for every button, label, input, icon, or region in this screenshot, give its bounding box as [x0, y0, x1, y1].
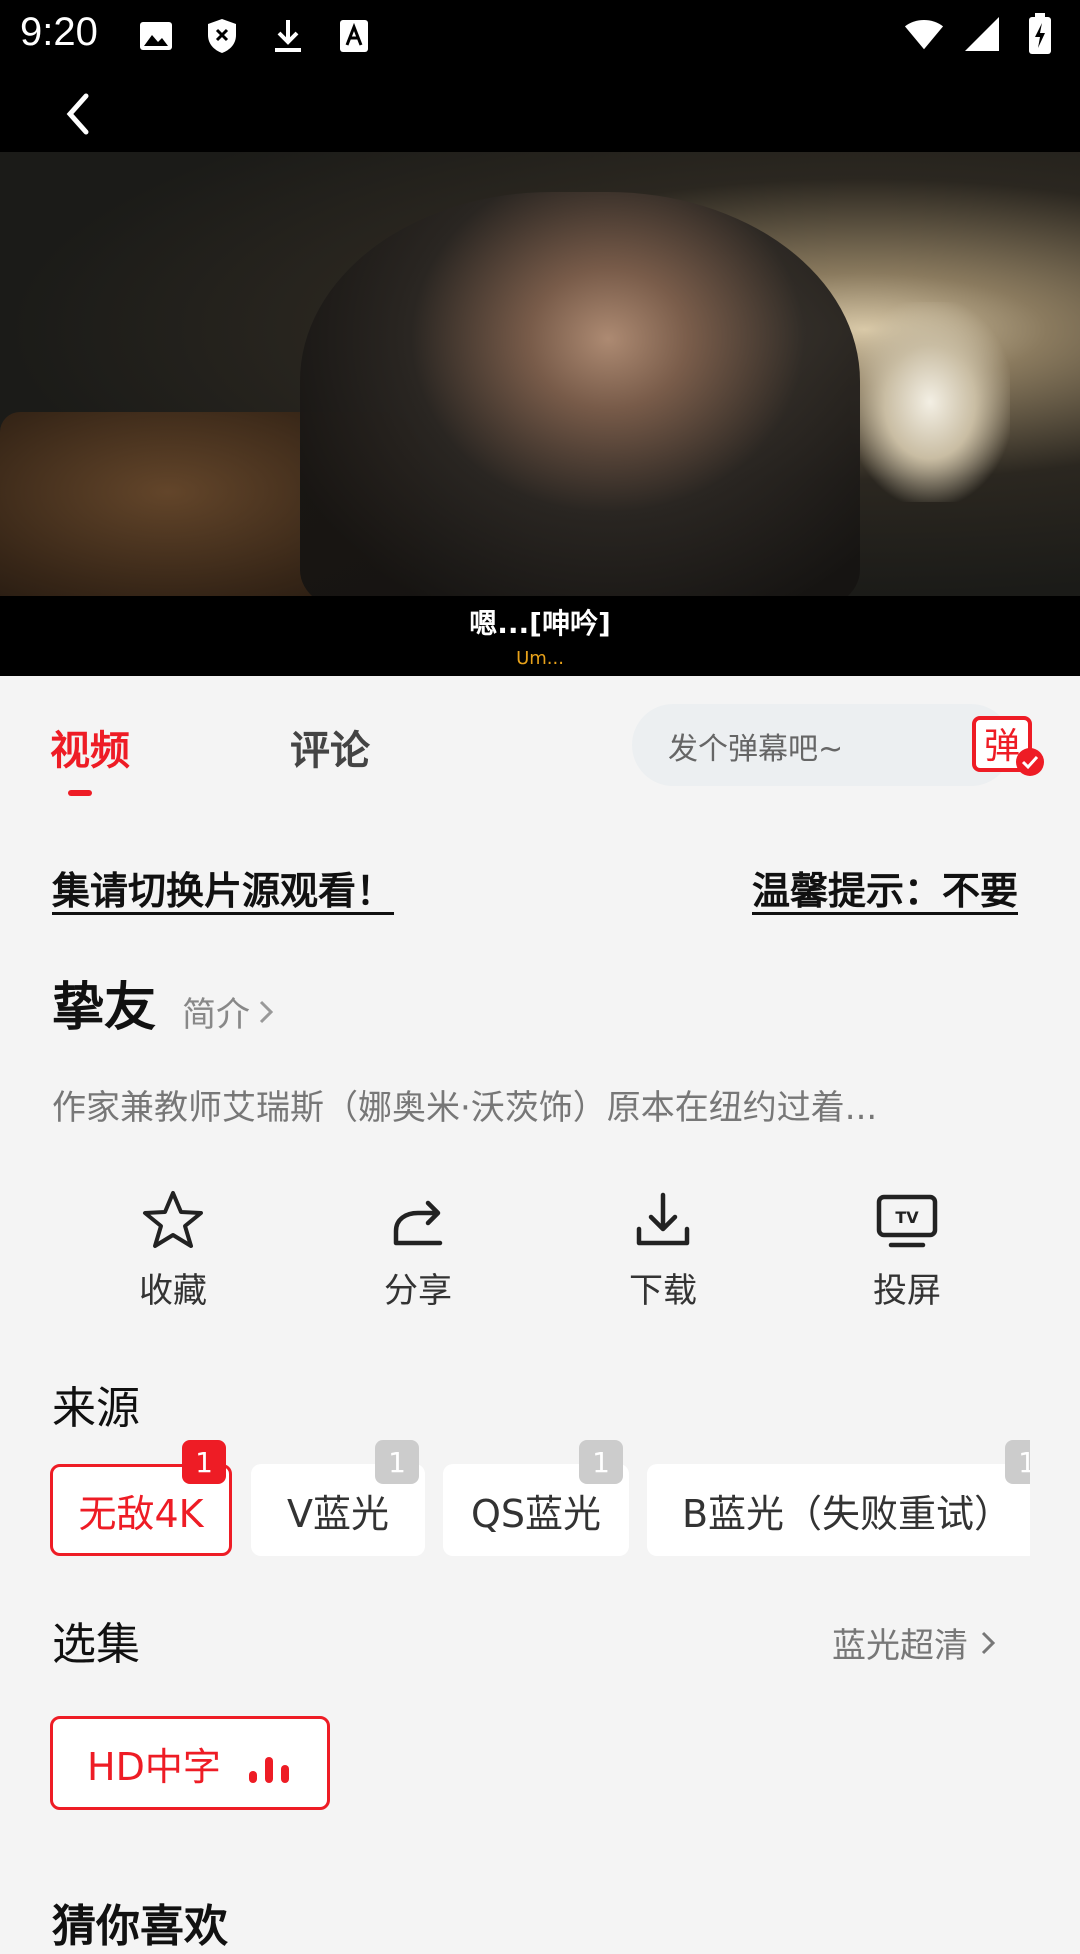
danmu-glyph: 弹: [984, 726, 1020, 767]
cast-button[interactable]: TV 投屏: [827, 1185, 987, 1312]
source-badge-4: 1: [1005, 1440, 1030, 1484]
playing-equalizer-icon: [249, 1757, 289, 1783]
notice-text-2: 温馨提示：不要: [752, 869, 1018, 913]
quality-label: 蓝光超清: [832, 1626, 968, 1666]
video-player[interactable]: [0, 152, 1080, 596]
show-title: 挚友: [52, 978, 157, 1038]
chevron-right-icon: [259, 1000, 274, 1023]
share-label: 分享: [384, 1271, 452, 1311]
subtitle-english: Um...: [516, 648, 564, 669]
wifi-icon: [904, 14, 944, 54]
status-time: 9:20: [20, 10, 98, 54]
intro-label: 简介: [182, 995, 251, 1035]
video-frame-person: [300, 192, 860, 596]
text-a-icon: [334, 16, 374, 56]
video-frame-lamp: [850, 302, 1010, 502]
signal-icon: [962, 14, 1002, 54]
download-icon: [627, 1185, 699, 1257]
intro-link[interactable]: 简介: [182, 987, 276, 1040]
recommend-heading: 猜你喜欢: [52, 1901, 228, 1952]
sources-heading: 来源: [52, 1383, 140, 1434]
favorite-button[interactable]: 收藏: [93, 1185, 253, 1312]
star-icon: [137, 1185, 209, 1257]
danmu-input-field[interactable]: 发个弹幕吧~: [632, 704, 1012, 786]
title-row: 挚友 简介: [52, 970, 276, 1040]
status-bar: 9:20: [0, 0, 1080, 72]
share-button[interactable]: 分享: [338, 1185, 498, 1312]
subtitle-chinese: 嗯...[呻吟]: [469, 607, 611, 640]
danmu-icon: 弹: [972, 716, 1044, 776]
player-top-bar: [0, 72, 1080, 152]
chevron-left-icon: [66, 93, 89, 135]
quality-selector[interactable]: 蓝光超清: [832, 1618, 998, 1667]
episodes-heading: 选集: [52, 1619, 140, 1670]
battery-charging-icon: [1020, 13, 1060, 54]
danmu-placeholder: 发个弹幕吧~: [668, 732, 844, 767]
notice-text-1: 集请切换片源观看！: [52, 869, 395, 913]
download-label: 下载: [629, 1271, 697, 1311]
chevron-right-icon: [981, 1631, 996, 1654]
svg-text:TV: TV: [895, 1208, 919, 1227]
episode-chip-1[interactable]: HD中字: [50, 1716, 330, 1810]
episode-label: HD中字: [87, 1744, 221, 1789]
source-badges: 1 1 1 1: [50, 1438, 1030, 1488]
back-button[interactable]: [56, 90, 104, 138]
danmu-toggle-button[interactable]: 弹: [970, 714, 1048, 780]
shield-x-icon: [202, 16, 242, 56]
tab-comments[interactable]: 评论: [290, 718, 370, 776]
action-bar: 收藏 分享 下载 TV 投屏: [0, 1185, 1080, 1311]
tv-cast-icon: TV: [871, 1185, 943, 1257]
tab-video[interactable]: 视频: [50, 718, 130, 776]
source-badge-2: 1: [375, 1440, 419, 1484]
cast-label: 投屏: [873, 1271, 941, 1311]
share-icon: [382, 1185, 454, 1257]
source-badge-1: 1: [182, 1440, 226, 1484]
download-button[interactable]: 下载: [583, 1185, 743, 1312]
content-tabs: 视频 评论 发个弹幕吧~: [0, 690, 1080, 800]
download-icon: [268, 16, 308, 56]
source-badge-3: 1: [579, 1440, 623, 1484]
show-description: 作家兼教师艾瑞斯（娜奥米·沃茨饰）原本在纽约过着...: [52, 1088, 878, 1128]
image-icon: [136, 16, 176, 56]
subtitle-area: 嗯...[呻吟] Um...: [0, 596, 1080, 676]
notice-marquee: 集请切换片源观看！ 温馨提示：不要: [52, 860, 1018, 920]
active-tab-indicator: [68, 790, 92, 796]
favorite-label: 收藏: [139, 1271, 207, 1311]
